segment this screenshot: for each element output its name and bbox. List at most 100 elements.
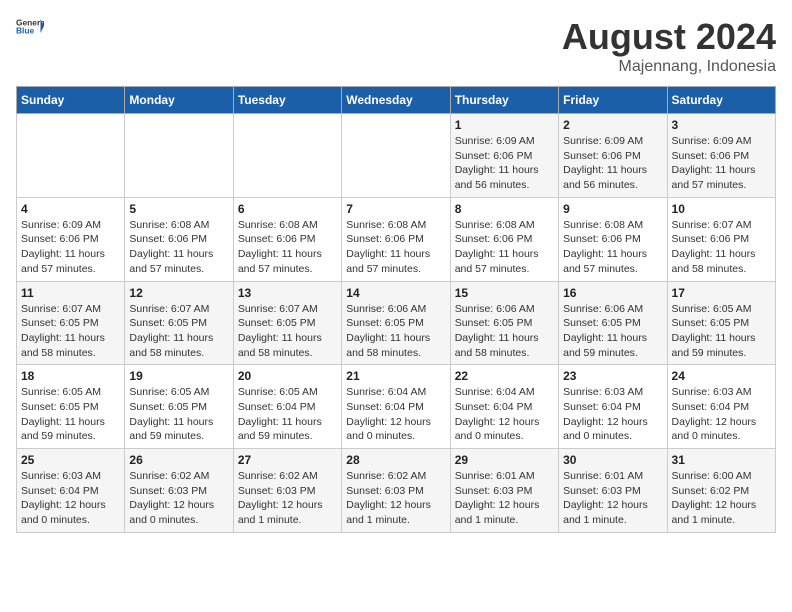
calendar-cell	[17, 114, 125, 198]
day-info: Sunrise: 6:05 AM Sunset: 6:04 PM Dayligh…	[238, 385, 337, 444]
calendar-cell: 22 Sunrise: 6:04 AM Sunset: 6:04 PM Dayli…	[450, 365, 558, 449]
calendar-table: SundayMondayTuesdayWednesdayThursdayFrid…	[16, 86, 776, 533]
calendar-cell: 28 Sunrise: 6:02 AM Sunset: 6:03 PM Dayli…	[342, 449, 450, 533]
day-number: 15	[455, 286, 554, 300]
day-info: Sunrise: 6:06 AM Sunset: 6:05 PM Dayligh…	[563, 302, 662, 361]
day-number: 27	[238, 453, 337, 467]
weekday-header-thursday: Thursday	[450, 87, 558, 114]
day-number: 16	[563, 286, 662, 300]
day-number: 26	[129, 453, 228, 467]
day-number: 28	[346, 453, 445, 467]
day-number: 2	[563, 118, 662, 132]
day-info: Sunrise: 6:08 AM Sunset: 6:06 PM Dayligh…	[129, 218, 228, 277]
calendar-week-1: 1 Sunrise: 6:09 AM Sunset: 6:06 PM Daylig…	[17, 114, 776, 198]
calendar-cell: 4 Sunrise: 6:09 AM Sunset: 6:06 PM Daylig…	[17, 197, 125, 281]
day-number: 29	[455, 453, 554, 467]
day-info: Sunrise: 6:04 AM Sunset: 6:04 PM Dayligh…	[455, 385, 554, 444]
day-info: Sunrise: 6:01 AM Sunset: 6:03 PM Dayligh…	[563, 469, 662, 528]
weekday-header-monday: Monday	[125, 87, 233, 114]
calendar-cell: 11Sunrise: 6:07 AM Sunset: 6:05 PM Dayli…	[17, 281, 125, 365]
title-area: August 2024 Majennang, Indonesia	[562, 16, 776, 76]
calendar-cell: 26 Sunrise: 6:02 AM Sunset: 6:03 PM Dayli…	[125, 449, 233, 533]
calendar-cell: 16 Sunrise: 6:06 AM Sunset: 6:05 PM Dayli…	[559, 281, 667, 365]
calendar-cell: 10Sunrise: 6:07 AM Sunset: 6:06 PM Dayli…	[667, 197, 775, 281]
calendar-cell: 6Sunrise: 6:08 AM Sunset: 6:06 PM Daylig…	[233, 197, 341, 281]
day-info: Sunrise: 6:01 AM Sunset: 6:03 PM Dayligh…	[455, 469, 554, 528]
day-info: Sunrise: 6:04 AM Sunset: 6:04 PM Dayligh…	[346, 385, 445, 444]
calendar-cell: 2 Sunrise: 6:09 AM Sunset: 6:06 PM Daylig…	[559, 114, 667, 198]
day-number: 23	[563, 369, 662, 383]
calendar-cell: 14 Sunrise: 6:06 AM Sunset: 6:05 PM Dayli…	[342, 281, 450, 365]
day-number: 22	[455, 369, 554, 383]
weekday-header-row: SundayMondayTuesdayWednesdayThursdayFrid…	[17, 87, 776, 114]
calendar-cell: 27 Sunrise: 6:02 AM Sunset: 6:03 PM Dayli…	[233, 449, 341, 533]
day-number: 17	[672, 286, 771, 300]
day-info: Sunrise: 6:03 AM Sunset: 6:04 PM Dayligh…	[672, 385, 771, 444]
main-title: August 2024	[562, 16, 776, 58]
day-info: Sunrise: 6:03 AM Sunset: 6:04 PM Dayligh…	[563, 385, 662, 444]
day-number: 12	[129, 286, 228, 300]
day-info: Sunrise: 6:02 AM Sunset: 6:03 PM Dayligh…	[346, 469, 445, 528]
day-info: Sunrise: 6:08 AM Sunset: 6:06 PM Dayligh…	[346, 218, 445, 277]
calendar-cell: 12Sunrise: 6:07 AM Sunset: 6:05 PM Dayli…	[125, 281, 233, 365]
day-info: Sunrise: 6:09 AM Sunset: 6:06 PM Dayligh…	[563, 134, 662, 193]
day-number: 4	[21, 202, 120, 216]
day-info: Sunrise: 6:08 AM Sunset: 6:06 PM Dayligh…	[563, 218, 662, 277]
day-number: 20	[238, 369, 337, 383]
day-number: 21	[346, 369, 445, 383]
calendar-cell: 24 Sunrise: 6:03 AM Sunset: 6:04 PM Dayli…	[667, 365, 775, 449]
day-info: Sunrise: 6:05 AM Sunset: 6:05 PM Dayligh…	[672, 302, 771, 361]
day-number: 31	[672, 453, 771, 467]
day-number: 3	[672, 118, 771, 132]
day-info: Sunrise: 6:07 AM Sunset: 6:05 PM Dayligh…	[238, 302, 337, 361]
day-info: Sunrise: 6:05 AM Sunset: 6:05 PM Dayligh…	[129, 385, 228, 444]
day-info: Sunrise: 6:00 AM Sunset: 6:02 PM Dayligh…	[672, 469, 771, 528]
calendar-cell: 31 Sunrise: 6:00 AM Sunset: 6:02 PM Dayli…	[667, 449, 775, 533]
day-number: 11	[21, 286, 120, 300]
day-number: 14	[346, 286, 445, 300]
logo-icon: General Blue	[16, 16, 44, 36]
calendar-cell: 15Sunrise: 6:06 AM Sunset: 6:05 PM Dayli…	[450, 281, 558, 365]
calendar-cell: 21 Sunrise: 6:04 AM Sunset: 6:04 PM Dayli…	[342, 365, 450, 449]
day-info: Sunrise: 6:06 AM Sunset: 6:05 PM Dayligh…	[346, 302, 445, 361]
calendar-cell: 8 Sunrise: 6:08 AM Sunset: 6:06 PM Daylig…	[450, 197, 558, 281]
calendar-week-5: 25Sunrise: 6:03 AM Sunset: 6:04 PM Dayli…	[17, 449, 776, 533]
calendar-cell	[233, 114, 341, 198]
calendar-cell: 17 Sunrise: 6:05 AM Sunset: 6:05 PM Dayli…	[667, 281, 775, 365]
calendar-week-4: 18 Sunrise: 6:05 AM Sunset: 6:05 PM Dayli…	[17, 365, 776, 449]
calendar-cell: 18Sunrise: 6:05 AM Sunset: 6:05 PM Dayli…	[17, 365, 125, 449]
calendar-cell: 25Sunrise: 6:03 AM Sunset: 6:04 PM Dayli…	[17, 449, 125, 533]
day-number: 8	[455, 202, 554, 216]
weekday-header-tuesday: Tuesday	[233, 87, 341, 114]
sub-title: Majennang, Indonesia	[562, 58, 776, 76]
calendar-cell	[342, 114, 450, 198]
day-number: 30	[563, 453, 662, 467]
day-number: 1	[455, 118, 554, 132]
day-info: Sunrise: 6:02 AM Sunset: 6:03 PM Dayligh…	[238, 469, 337, 528]
day-info: Sunrise: 6:09 AM Sunset: 6:06 PM Dayligh…	[21, 218, 120, 277]
calendar-cell: 20 Sunrise: 6:05 AM Sunset: 6:04 PM Dayli…	[233, 365, 341, 449]
day-number: 6	[238, 202, 337, 216]
day-info: Sunrise: 6:02 AM Sunset: 6:03 PM Dayligh…	[129, 469, 228, 528]
calendar-cell: 3 Sunrise: 6:09 AM Sunset: 6:06 PM Daylig…	[667, 114, 775, 198]
day-info: Sunrise: 6:08 AM Sunset: 6:06 PM Dayligh…	[455, 218, 554, 277]
day-number: 13	[238, 286, 337, 300]
calendar-cell: 30 Sunrise: 6:01 AM Sunset: 6:03 PM Dayli…	[559, 449, 667, 533]
svg-text:Blue: Blue	[16, 26, 34, 36]
calendar-cell: 29 Sunrise: 6:01 AM Sunset: 6:03 PM Dayli…	[450, 449, 558, 533]
weekday-header-sunday: Sunday	[17, 87, 125, 114]
calendar-cell: 19Sunrise: 6:05 AM Sunset: 6:05 PM Dayli…	[125, 365, 233, 449]
logo: General Blue	[16, 16, 44, 36]
calendar-cell	[125, 114, 233, 198]
calendar-cell: 1 Sunrise: 6:09 AM Sunset: 6:06 PM Daylig…	[450, 114, 558, 198]
calendar-cell: 5 Sunrise: 6:08 AM Sunset: 6:06 PM Daylig…	[125, 197, 233, 281]
day-number: 18	[21, 369, 120, 383]
day-info: Sunrise: 6:09 AM Sunset: 6:06 PM Dayligh…	[672, 134, 771, 193]
day-number: 9	[563, 202, 662, 216]
calendar-cell: 23 Sunrise: 6:03 AM Sunset: 6:04 PM Dayli…	[559, 365, 667, 449]
day-info: Sunrise: 6:09 AM Sunset: 6:06 PM Dayligh…	[455, 134, 554, 193]
day-number: 5	[129, 202, 228, 216]
day-number: 7	[346, 202, 445, 216]
day-number: 24	[672, 369, 771, 383]
calendar-cell: 7 Sunrise: 6:08 AM Sunset: 6:06 PM Daylig…	[342, 197, 450, 281]
